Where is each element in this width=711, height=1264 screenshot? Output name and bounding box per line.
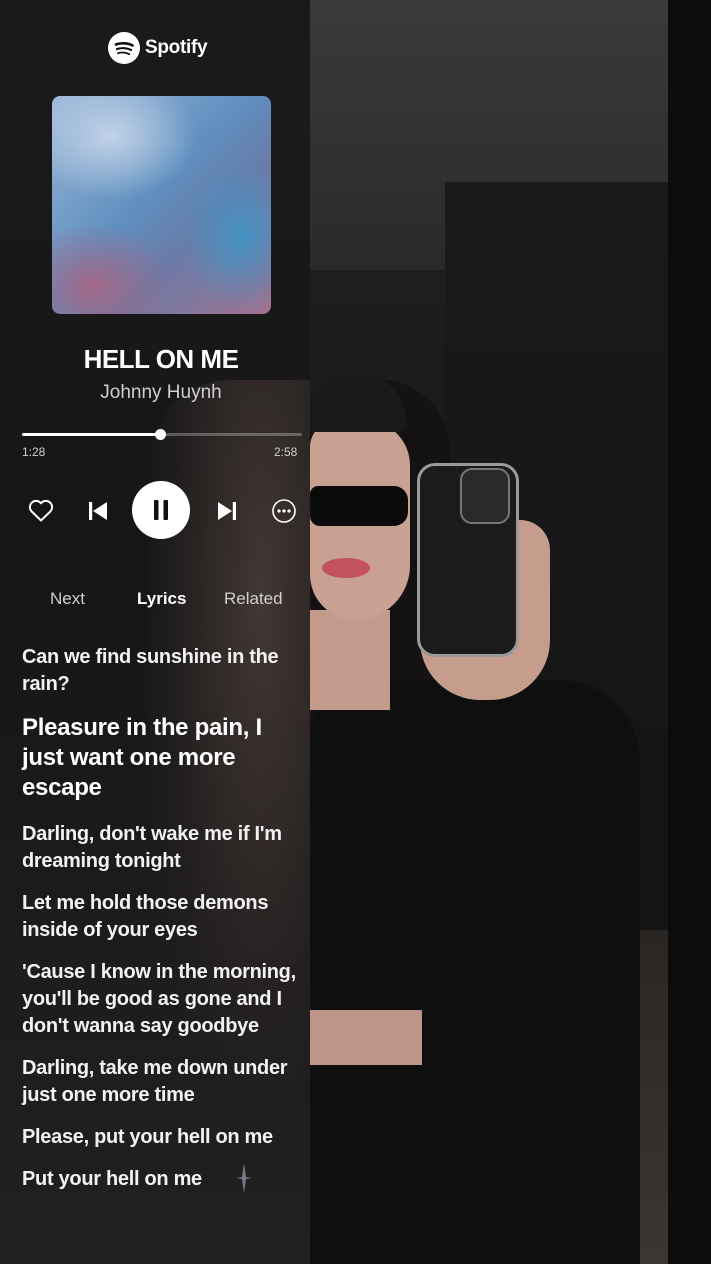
lyric-line[interactable]: Put your hell on me (22, 1166, 307, 1193)
progress-fill (22, 433, 161, 436)
person-jacket (310, 680, 640, 1264)
lyrics-list: Can we find sunshine in the rain? Pleasu… (22, 644, 307, 1208)
progress-bar[interactable] (22, 429, 302, 440)
spotify-icon (108, 32, 140, 64)
lyric-line[interactable]: Can we find sunshine in the rain? (22, 644, 307, 698)
smartphone-camera (460, 468, 510, 524)
next-button[interactable] (213, 497, 241, 525)
lyric-line[interactable]: Please, put your hell on me (22, 1124, 307, 1151)
lyric-line[interactable]: Darling, don't wake me if I'm dreaming t… (22, 821, 307, 875)
song-artist[interactable]: Johnny Huynh (0, 382, 322, 404)
tab-next[interactable]: Next (50, 589, 85, 609)
skip-next-icon (218, 502, 236, 520)
more-options-button[interactable] (270, 497, 298, 525)
album-art[interactable] (52, 96, 271, 314)
lyric-line[interactable]: Let me hold those demons inside of your … (22, 890, 307, 944)
skip-previous-icon (89, 502, 107, 520)
background-door (668, 0, 711, 1264)
heart-outline-icon (28, 499, 54, 522)
more-options-icon (272, 499, 296, 523)
person-sunglasses (310, 486, 408, 526)
pause-button[interactable] (132, 481, 190, 539)
person-lips (322, 558, 370, 578)
progress-knob[interactable] (154, 429, 166, 440)
now-playing-panel: Spotify HELL ON ME Johnny Huynh 1:28 2:5… (0, 0, 310, 1264)
person-midriff (310, 1010, 422, 1065)
pause-icon (154, 500, 168, 520)
lyric-line-current[interactable]: Pleasure in the pain, I just want one mo… (22, 713, 307, 803)
time-total: 2:58 (274, 445, 298, 459)
tab-related[interactable]: Related (224, 589, 283, 609)
lyric-line[interactable]: 'Cause I know in the morning, you'll be … (22, 959, 307, 1040)
person-neck (310, 610, 390, 710)
spotify-wordmark: Spotify (145, 37, 208, 58)
lyric-line[interactable]: Darling, take me down under just one mor… (22, 1055, 307, 1109)
song-title: HELL ON ME (83, 344, 239, 374)
time-elapsed: 1:28 (22, 445, 46, 459)
spotify-logo: Spotify (108, 32, 208, 64)
tab-lyrics[interactable]: Lyrics (137, 589, 186, 609)
like-button[interactable] (26, 496, 56, 526)
sparkle-icon (236, 1163, 252, 1193)
previous-button[interactable] (84, 497, 112, 525)
